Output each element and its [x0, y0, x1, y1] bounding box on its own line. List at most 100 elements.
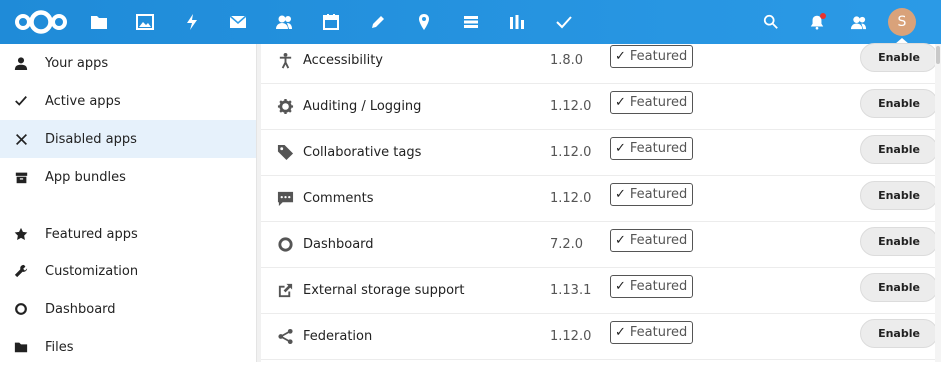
app-row-auditing-logging: Auditing / Logging 1.12.0 ✓ Featured Enab… [261, 84, 941, 130]
folder-icon [12, 338, 30, 356]
enable-button[interactable]: Enable [860, 43, 938, 72]
featured-badge-label: Featured [629, 233, 688, 248]
sidebar-item-label: Disabled apps [45, 131, 137, 147]
app-list: Accessibility 1.8.0 ✓ Featured Enable Aud… [261, 43, 941, 362]
sidebar-item-label: Dashboard [45, 301, 116, 317]
enable-button[interactable]: Enable [860, 227, 938, 256]
nextcloud-logo[interactable] [12, 8, 70, 36]
files-icon[interactable] [88, 11, 110, 33]
enable-button[interactable]: Enable [860, 135, 938, 164]
sidebar-item-dashboard[interactable]: Dashboard [0, 290, 256, 328]
tasks-icon[interactable] [553, 11, 575, 33]
app-version: 1.8.0 [550, 53, 584, 68]
featured-badge: ✓ Featured [610, 45, 693, 68]
featured-badge-label: Featured [629, 279, 688, 294]
featured-badge-label: Featured [629, 95, 688, 110]
accessibility-icon [275, 50, 295, 70]
deck-icon[interactable] [460, 11, 482, 33]
app-name: Auditing / Logging [303, 99, 422, 114]
enable-button[interactable]: Enable [860, 319, 938, 348]
app-row-dashboard: Dashboard 7.2.0 ✓ Featured Enable [261, 222, 941, 268]
sidebar-item-label: Active apps [45, 93, 121, 109]
avatar[interactable]: S [888, 8, 916, 36]
content-scrollbar[interactable] [935, 44, 941, 362]
app-version: 1.12.0 [550, 99, 592, 114]
check-icon: ✓ [615, 187, 626, 202]
sidebar-item-disabled-apps[interactable]: Disabled apps [0, 120, 256, 158]
sidebar-item-your-apps[interactable]: Your apps [0, 44, 256, 82]
app-name: Federation [303, 329, 373, 344]
featured-badge: ✓ Featured [610, 137, 693, 160]
featured-badge-label: Featured [629, 141, 688, 156]
app-name: Dashboard [303, 237, 374, 252]
app-row-collaborative-tags: Collaborative tags 1.12.0 ✓ Featured Enab… [261, 130, 941, 176]
notes-icon[interactable] [367, 11, 389, 33]
featured-badge-label: Featured [629, 187, 688, 202]
app-version: 1.12.0 [550, 145, 592, 160]
contacts-menu-icon[interactable] [847, 11, 869, 33]
contacts-icon[interactable] [273, 11, 295, 33]
enable-button[interactable]: Enable [860, 89, 938, 118]
app-version: 7.2.0 [550, 237, 584, 252]
check-icon: ✓ [615, 233, 626, 248]
circle-icon [12, 300, 30, 318]
gear-icon [275, 96, 295, 116]
featured-badge: ✓ Featured [610, 275, 693, 298]
check-icon [12, 92, 30, 110]
app-name: Accessibility [303, 53, 383, 68]
mail-icon[interactable] [227, 11, 249, 33]
user-icon [12, 54, 30, 72]
check-icon: ✓ [615, 141, 626, 156]
app-name: Comments [303, 191, 374, 206]
analytics-icon[interactable] [506, 11, 528, 33]
sidebar-item-featured-apps[interactable]: Featured apps [0, 215, 256, 253]
photos-icon[interactable] [134, 11, 156, 33]
external-link-icon [275, 280, 295, 300]
sidebar-item-app-bundles[interactable]: App bundles [0, 158, 256, 196]
sidebar-item-label: Your apps [45, 55, 109, 71]
featured-badge: ✓ Featured [610, 91, 693, 114]
check-icon: ✓ [615, 95, 626, 110]
archive-icon [12, 168, 30, 186]
sidebar-item-label: Files [45, 339, 74, 355]
app-row-comments: Comments 1.12.0 ✓ Featured Enable [261, 176, 941, 222]
featured-badge: ✓ Featured [610, 321, 693, 344]
app-row-accessibility: Accessibility 1.8.0 ✓ Featured Enable [261, 38, 941, 84]
featured-badge: ✓ Featured [610, 229, 693, 252]
featured-badge: ✓ Featured [610, 183, 693, 206]
sidebar-item-label: App bundles [45, 169, 126, 185]
app-version: 1.13.1 [550, 283, 592, 298]
app-name: External storage support [303, 283, 465, 298]
tag-icon [275, 142, 295, 162]
featured-badge-label: Featured [629, 325, 688, 340]
search-icon[interactable] [760, 11, 782, 33]
app-row-federation: Federation 1.12.0 ✓ Featured Enable [261, 314, 941, 360]
circle-icon [275, 234, 295, 254]
star-icon [12, 225, 30, 243]
app-name: Collaborative tags [303, 145, 422, 160]
maps-icon[interactable] [413, 11, 435, 33]
app-sidebar: Your apps Active apps Disabled apps App … [0, 44, 257, 362]
app-version: 1.12.0 [550, 329, 592, 344]
activity-icon[interactable] [181, 11, 203, 33]
enable-button[interactable]: Enable [860, 181, 938, 210]
notification-dot [820, 13, 826, 19]
close-icon [12, 130, 30, 148]
check-icon: ✓ [615, 49, 626, 64]
sidebar-item-customization[interactable]: Customization [0, 252, 256, 290]
check-icon: ✓ [615, 279, 626, 294]
share-icon [275, 326, 295, 346]
avatar-initial: S [897, 14, 907, 30]
check-icon: ✓ [615, 325, 626, 340]
app-version: 1.12.0 [550, 191, 592, 206]
sidebar-item-label: Featured apps [45, 226, 138, 242]
featured-badge-label: Featured [629, 49, 688, 64]
calendar-icon[interactable] [320, 11, 342, 33]
sidebar-item-active-apps[interactable]: Active apps [0, 82, 256, 120]
enable-button[interactable]: Enable [860, 273, 938, 302]
sidebar-item-files[interactable]: Files [0, 328, 256, 366]
app-row-external-storage: External storage support 1.13.1 ✓ Feature… [261, 268, 941, 314]
scrollbar-thumb[interactable] [936, 46, 940, 64]
comment-icon [275, 188, 295, 208]
sidebar-item-label: Customization [45, 263, 139, 279]
